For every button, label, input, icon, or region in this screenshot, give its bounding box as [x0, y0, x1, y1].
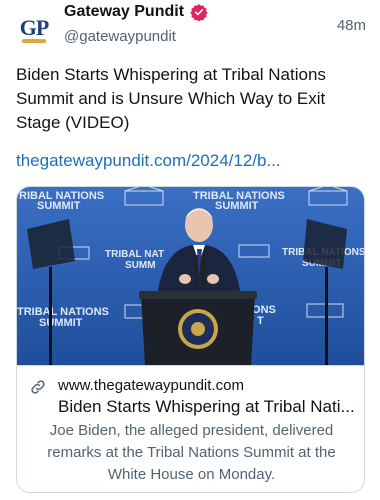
- link-card-footer[interactable]: www.thegatewaypundit.com Biden Starts Wh…: [17, 365, 364, 492]
- account-handle[interactable]: @gatewaypundit: [64, 28, 176, 45]
- link-domain: www.thegatewaypundit.com: [58, 377, 244, 394]
- banner-text-lower-left-2: SUMMIT: [39, 317, 83, 329]
- link-description: Joe Biden, the alleged president, delive…: [47, 422, 336, 483]
- avatar[interactable]: GP: [16, 10, 52, 46]
- banner-text-top-left-2: SUMMIT: [37, 200, 81, 212]
- link-preview-card[interactable]: RIBAL NATIONS SUMMIT TRIBAL NATIONS SUMM…: [16, 186, 365, 493]
- banner-text-mid: TRIBAL NAT: [105, 249, 164, 260]
- banner-text-top-right-2: SUMMIT: [215, 200, 259, 212]
- avatar-initials: GP: [19, 15, 50, 40]
- banner-text-mid-2: SUMM: [125, 260, 156, 271]
- link-title[interactable]: Biden Starts Whispering at Tribal Nati..…: [58, 397, 358, 417]
- avatar-swoosh: [22, 39, 46, 43]
- post-link[interactable]: thegatewaypundit.com/2024/12/b...: [16, 149, 281, 173]
- name-row: Gateway Pundit: [64, 3, 208, 21]
- banner-text-lower-mid-2: T: [257, 315, 264, 327]
- post-text: Biden Starts Whispering at Tribal Nation…: [16, 65, 326, 132]
- timestamp[interactable]: 48m: [337, 17, 366, 34]
- verified-badge-icon: [190, 4, 208, 21]
- post-header: GP Gateway Pundit @gatewaypundit 48m: [0, 0, 380, 56]
- video-thumbnail[interactable]: RIBAL NATIONS SUMMIT TRIBAL NATIONS SUMM…: [17, 187, 364, 365]
- event-scene-image: RIBAL NATIONS SUMMIT TRIBAL NATIONS SUMM…: [17, 187, 364, 365]
- account-name[interactable]: Gateway Pundit: [64, 3, 184, 21]
- link-icon: [31, 380, 45, 394]
